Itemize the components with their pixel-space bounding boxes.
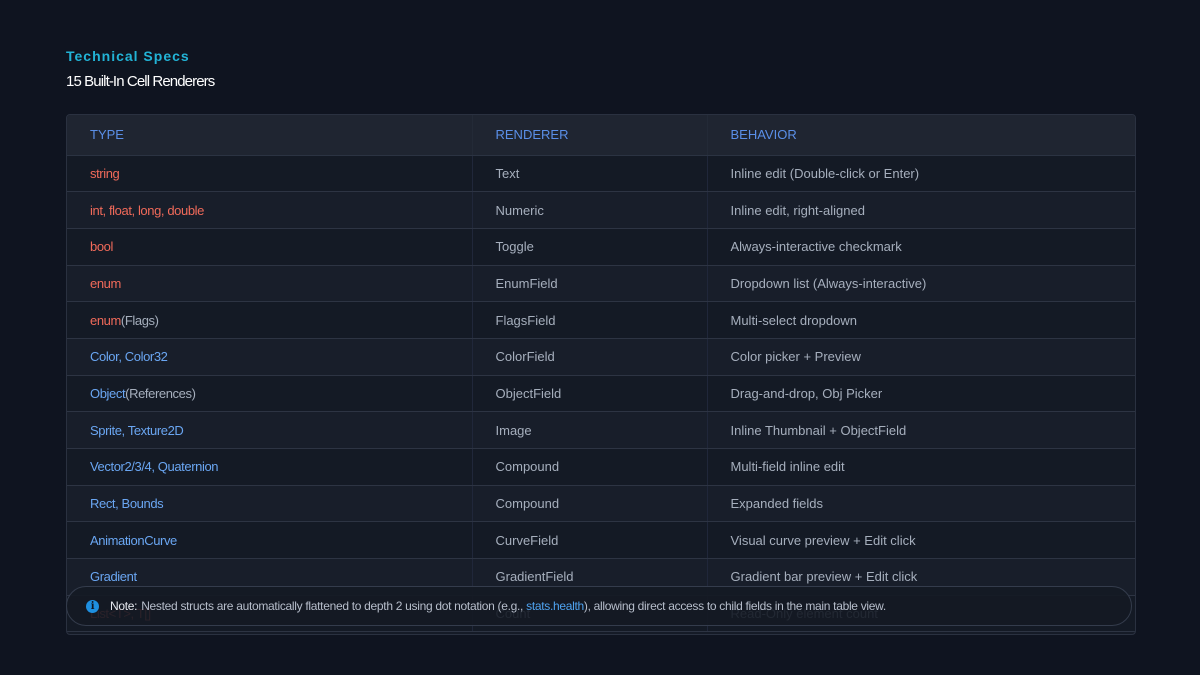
cell-behavior: Multi-field inline edit (707, 448, 1135, 486)
type-name: Rect, Bounds (90, 496, 164, 512)
section-eyebrow: Technical Specs (66, 48, 190, 64)
type-name: string (90, 165, 120, 181)
note-text-before: Nested structs are automatically flatten… (141, 599, 524, 613)
type-name: int, float, long, double (90, 202, 204, 218)
cell-renderer: ColorField (472, 338, 708, 376)
cell-behavior: Always-interactive checkmark (707, 228, 1135, 266)
cell-renderer: Image (472, 411, 708, 449)
note-label: Note: (110, 599, 138, 613)
cell-type: Object(References) (67, 375, 473, 413)
table-row: bool Toggle Always-interactive checkmark (67, 228, 1135, 266)
table-row: Vector2/3/4, Quaternion Compound Multi-fie… (67, 448, 1135, 486)
cell-type: string (67, 155, 473, 193)
table-row: Color, Color32 ColorField Color picker + P… (67, 338, 1135, 376)
note-banner: i Note: Nested structs are automatically… (66, 586, 1132, 626)
cell-renderer: FlagsField (472, 301, 708, 339)
slide: Technical Specs 15 Built-In Cell Rendere… (0, 0, 1200, 675)
cell-type: Vector2/3/4, Quaternion (67, 448, 473, 486)
type-name: Sprite, Texture2D (90, 422, 184, 438)
note-code: stats.health (526, 599, 584, 613)
table-row: AnimationCurve CurveField Visual curve pre… (67, 521, 1135, 560)
column-header-type: TYPE (67, 115, 473, 156)
table-row: int, float, long, double Numeric Inline ed… (67, 191, 1135, 229)
cell-behavior: Dropdown list (Always-interactive) (707, 265, 1135, 303)
type-name: Color, Color32 (90, 349, 168, 365)
type-name: Object (90, 385, 126, 401)
cell-type: AnimationCurve (67, 521, 473, 560)
cell-type: Rect, Bounds (67, 485, 473, 523)
table-header-row: TYPE RENDERER BEHAVIOR (67, 115, 1135, 156)
table-body: string Text Inline edit (Double-click or E… (67, 155, 1135, 633)
type-name: Vector2/3/4, Quaternion (90, 459, 219, 475)
type-suffix: (References) (125, 385, 196, 401)
cell-type: bool (67, 228, 473, 266)
type-name: AnimationCurve (90, 532, 177, 548)
note-text-after: ), allowing direct access to child field… (583, 599, 886, 613)
cell-behavior: Drag-and-drop, Obj Picker (707, 375, 1135, 413)
cell-type: Color, Color32 (67, 338, 473, 376)
cell-renderer: Compound (472, 448, 708, 486)
type-name: enum (90, 275, 121, 291)
column-header-renderer: RENDERER (472, 115, 708, 156)
cell-behavior: Color picker + Preview (707, 338, 1135, 376)
cell-behavior: Inline edit (Double-click or Enter) (707, 155, 1135, 193)
cell-type: Sprite, Texture2D (67, 411, 473, 449)
cell-renderer: Compound (472, 485, 708, 523)
type-suffix: (Flags) (120, 312, 159, 328)
cell-type: enum (67, 265, 473, 303)
cell-behavior: Inline Thumbnail + ObjectField (707, 411, 1135, 449)
table-row: Sprite, Texture2D Image Inline Thumbnail +… (67, 411, 1135, 449)
cell-renderer: ObjectField (472, 375, 708, 413)
cell-renderer: Toggle (472, 228, 708, 266)
page-title: 15 Built-In Cell Renderers (66, 73, 215, 90)
type-name: enum (90, 312, 121, 328)
column-header-behavior: BEHAVIOR (707, 115, 1135, 156)
table-row: Rect, Bounds Compound Expanded fields (67, 485, 1135, 523)
table-row: enum EnumField Dropdown list (Always-inter… (67, 265, 1135, 303)
cell-renderer: Numeric (472, 191, 708, 229)
table-row: enum(Flags) FlagsField Multi-select dropdo… (67, 301, 1135, 339)
cell-behavior: Multi-select dropdown (707, 301, 1135, 339)
type-name: Gradient (90, 569, 137, 585)
table-row: string Text Inline edit (Double-click or E… (67, 155, 1135, 193)
cell-behavior: Inline edit, right-aligned (707, 191, 1135, 229)
info-icon: i (86, 599, 99, 613)
cell-type: int, float, long, double (67, 191, 473, 229)
cell-behavior: Expanded fields (707, 485, 1135, 523)
cell-behavior: Visual curve preview + Edit click (707, 521, 1135, 560)
cell-renderer: CurveField (472, 521, 708, 560)
cell-renderer: Text (472, 155, 708, 193)
cell-type: enum(Flags) (67, 301, 473, 339)
cell-renderer: EnumField (472, 265, 708, 303)
type-name: bool (90, 239, 113, 255)
table-row: Object(References) ObjectField Drag-and-dr… (67, 375, 1135, 413)
renderers-table: TYPE RENDERER BEHAVIOR string Text Inline … (66, 114, 1136, 635)
